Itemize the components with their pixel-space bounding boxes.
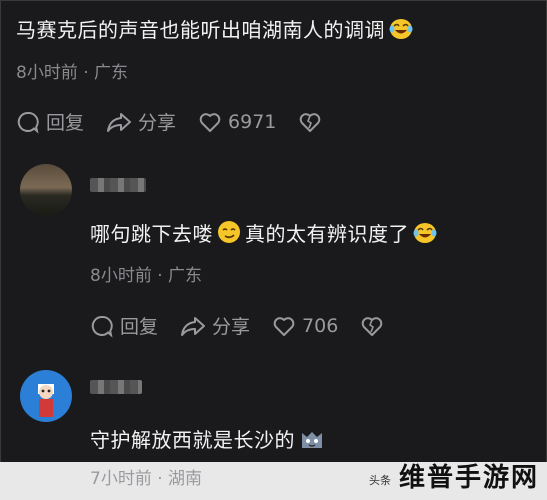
comment-body-continued: 真的太有辨识度了 [245,222,409,246]
laugh-cry-icon [413,222,437,249]
broken-heart-icon [361,316,383,336]
username-blurred[interactable] [90,178,146,192]
like-button[interactable]: 6971 [198,111,276,133]
share-icon [107,112,132,132]
avatar[interactable] [20,370,72,422]
avatar[interactable] [20,164,72,216]
comment-body: 哪句跳下去喽 [90,222,213,246]
username-blurred[interactable] [90,380,142,394]
comment-text: 守护解放西就是长沙的 [90,424,329,455]
share-icon [181,316,206,336]
comment-actions: 回复 分享 6971 [16,108,350,135]
dislike-button[interactable] [360,315,390,337]
comment-actions: 回复 分享 706 [90,312,412,339]
like-button[interactable]: 706 [272,315,338,337]
share-label: 分享 [212,316,251,338]
watermark-source: 头条 [368,474,391,487]
comment-body: 守护解放西就是长沙的 [90,428,295,452]
comment-text: 哪句跳下去喽 真的太有辨识度了 [90,218,441,249]
reply-icon [91,315,113,338]
laugh-cry-icon [389,18,413,45]
heart-icon [199,112,221,132]
reply-icon [17,111,39,134]
comment-body: 马赛克后的声音也能听出咱湖南人的调调 [16,18,385,42]
comment-meta: 8小时前 · 广东 [16,63,129,83]
comment-text: 马赛克后的声音也能听出咱湖南人的调调 [16,14,417,45]
like-count: 706 [302,314,339,337]
heart-icon [273,316,295,336]
comment-meta: 8小时前 · 广东 [90,266,203,286]
reply-button[interactable]: 回复 [90,312,158,339]
reply-label: 回复 [120,316,159,338]
reply-label: 回复 [46,112,85,134]
like-count: 6971 [228,110,277,133]
comment-meta: 7小时前 · 湖南 [90,469,203,489]
smirk-icon [217,220,241,249]
broken-heart-icon [300,112,321,132]
dislike-button[interactable] [298,111,328,133]
share-button[interactable]: 分享 [180,312,250,339]
reply-button[interactable]: 回复 [16,108,84,135]
share-button[interactable]: 分享 [106,108,176,135]
cat-icon [299,428,325,455]
watermark: 头条 维普手游网 [369,457,539,494]
share-label: 分享 [138,112,177,134]
watermark-brand: 维普手游网 [398,463,539,493]
